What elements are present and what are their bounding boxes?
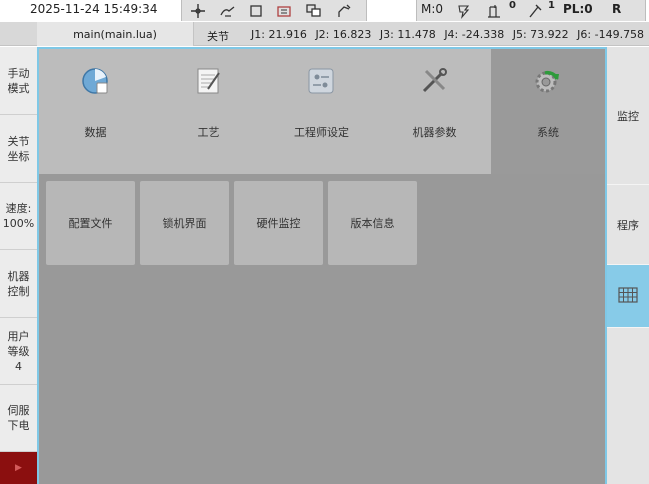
status-group: M:0 0 1 PL:0 R <box>416 0 646 21</box>
tool-count: 1 <box>548 0 555 11</box>
joint-value: J3: 11.478 <box>379 28 436 41</box>
joint-value: J4: -24.338 <box>444 28 505 41</box>
file-tab[interactable]: main(main.lua) <box>37 22 194 46</box>
tool-icon <box>521 0 549 21</box>
config-file-button[interactable]: 配置文件 <box>46 181 135 265</box>
play-icon: ▶ <box>15 463 22 473</box>
speed-icon <box>451 0 477 21</box>
coordinate-icon <box>481 0 509 21</box>
sidebar-item-speed[interactable]: 速度: 100% <box>0 183 37 250</box>
notepad-icon <box>192 65 224 97</box>
speed-count: 0 <box>509 0 516 11</box>
sidebar-item-grid[interactable] <box>607 265 649 328</box>
sidebar-item-monitor[interactable]: 监控 <box>607 47 649 185</box>
gear-refresh-icon <box>531 65 563 97</box>
info-bar: main(main.lua) 关节 J1: 21.916 J2: 16.823 … <box>0 22 649 46</box>
menu-item-label: 工程师设定 <box>294 126 349 139</box>
right-sidebar: 监控 程序 <box>607 47 649 484</box>
sidebar-item-program[interactable]: 程序 <box>607 185 649 265</box>
sidebar-item-servo-off[interactable]: 伺服 下电 <box>0 385 37 452</box>
mode-value: M:0 <box>421 2 444 16</box>
joint-value: J2: 16.823 <box>315 28 372 41</box>
stop-button[interactable]: ▶ <box>0 452 37 484</box>
lock-screen-button[interactable]: 锁机界面 <box>140 181 229 265</box>
left-sidebar: 手动 模式 关节 坐标 速度: 100% 机器 控制 用户 等级 4 伺服 下电… <box>0 47 37 484</box>
menu-item-label: 工艺 <box>197 126 220 139</box>
toolbar-icon-group <box>181 0 367 21</box>
grid-icon <box>618 286 638 306</box>
hardware-monitor-button[interactable]: 硬件监控 <box>234 181 323 265</box>
menu-item-label: 数据 <box>84 126 107 139</box>
joint-values: J1: 21.916 J2: 16.823 J3: 11.478 J4: -24… <box>251 28 649 41</box>
joint-value: J1: 21.916 <box>251 28 307 41</box>
main-panel: 数据 工艺 工程师设定 机器参数 系统 配置文件 锁机界面 硬件监控 版本信息 <box>37 47 607 484</box>
sidebar-item-manual-mode[interactable]: 手动 模式 <box>0 47 37 115</box>
database-icon <box>79 65 111 97</box>
crosshair-icon[interactable] <box>182 0 214 21</box>
menu-item-data[interactable]: 数据 <box>39 49 152 174</box>
robot-arm-icon[interactable] <box>328 0 360 21</box>
status-bar: 2025-11-24 15:49:34 M:0 0 1 PL:0 R <box>0 0 649 22</box>
engineer-settings-icon <box>305 65 337 97</box>
sidebar-item-user-level[interactable]: 用户 等级 4 <box>0 318 37 385</box>
tools-icon <box>418 65 450 97</box>
menu-item-engineer-settings[interactable]: 工程师设定 <box>265 49 378 174</box>
pl-indicator: PL:0 <box>563 2 593 16</box>
joint-value: J5: 73.922 <box>512 28 569 41</box>
menu-item-label: 机器参数 <box>412 126 457 139</box>
datetime: 2025-11-24 15:49:34 <box>30 2 158 16</box>
copy-icon[interactable] <box>298 0 330 21</box>
robot-icon[interactable] <box>268 0 300 21</box>
menu-item-machine-params[interactable]: 机器参数 <box>378 49 491 174</box>
menu-item-system[interactable]: 系统 <box>491 49 605 174</box>
menu-band: 数据 工艺 工程师设定 机器参数 系统 <box>39 49 605 174</box>
sidebar-item-joint-coordinate[interactable]: 关节 坐标 <box>0 115 37 183</box>
menu-item-label: 系统 <box>537 126 559 139</box>
sidebar-item-robot-control[interactable]: 机器 控制 <box>0 250 37 318</box>
joint-value: J6: -149.758 <box>577 28 645 41</box>
r-indicator: R <box>612 2 622 16</box>
joint-label: 关节 <box>207 30 229 43</box>
version-info-button[interactable]: 版本信息 <box>328 181 417 265</box>
menu-item-process[interactable]: 工艺 <box>152 49 265 174</box>
